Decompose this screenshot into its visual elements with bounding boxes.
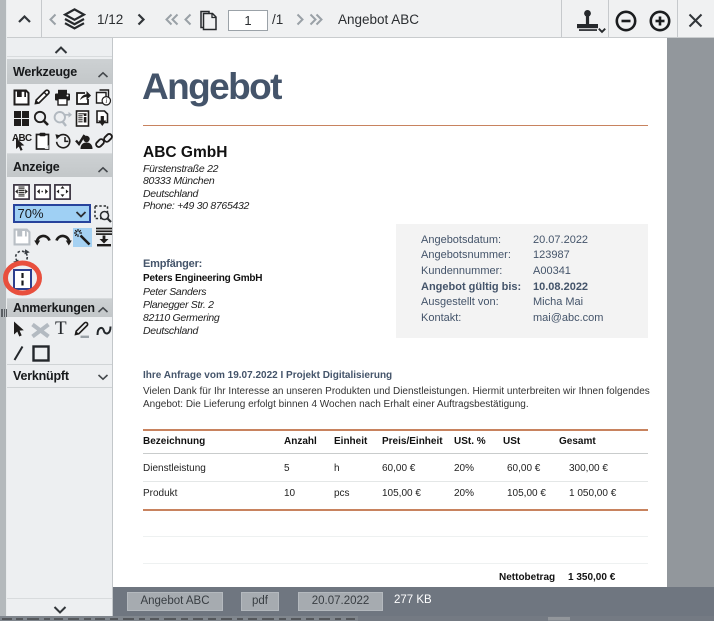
svg-text:i: i [105,97,107,105]
